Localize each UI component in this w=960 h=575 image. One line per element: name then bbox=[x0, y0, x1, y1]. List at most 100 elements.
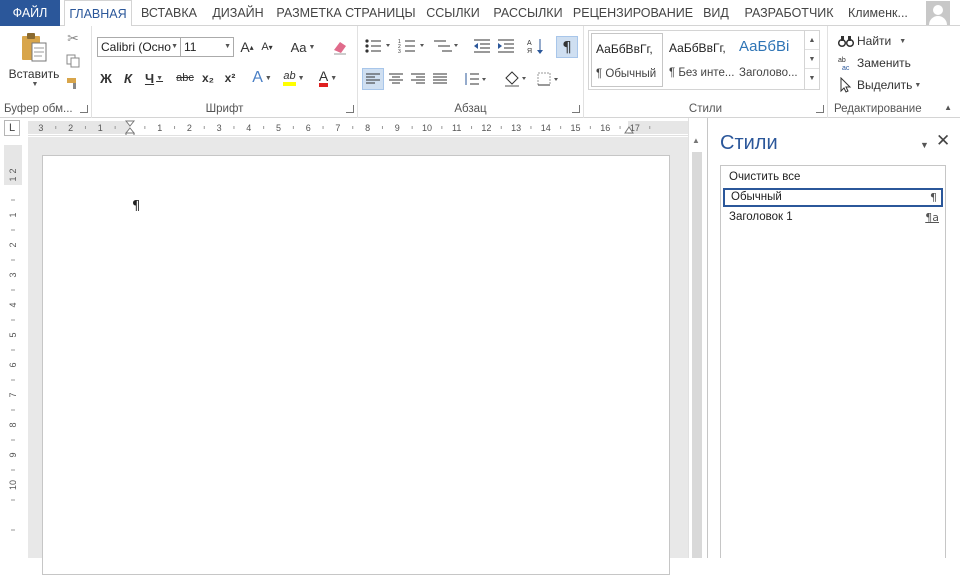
group-label-paragraph: Абзац bbox=[454, 103, 487, 115]
cursor-arrow-icon bbox=[840, 77, 852, 93]
chevron-down-icon: ▼ bbox=[31, 80, 39, 88]
group-font: Calibri (Осно ▼ 11 ▼ A ▴ A ▾ Aa ▼ Ж К Ч ▼ abc … bbox=[92, 26, 358, 118]
italic-button[interactable]: К bbox=[118, 68, 138, 88]
avatar[interactable] bbox=[926, 1, 950, 25]
vertical-scrollbar[interactable]: ▲ bbox=[688, 118, 704, 558]
clipboard-launcher-icon[interactable] bbox=[80, 105, 88, 113]
find-button[interactable]: Найти ▼ bbox=[838, 32, 906, 50]
align-center-icon bbox=[389, 73, 403, 84]
tab-design[interactable]: ДИЗАЙН bbox=[206, 0, 270, 26]
ruler-number: 8 bbox=[8, 422, 18, 427]
increase-indent-button[interactable] bbox=[496, 38, 516, 54]
tab-insert[interactable]: ВСТАВКА bbox=[136, 0, 202, 26]
font-color-icon: A bbox=[318, 69, 329, 87]
replace-button[interactable]: ab ac Заменить bbox=[838, 54, 911, 72]
styles-launcher-icon[interactable] bbox=[816, 105, 824, 113]
gallery-down-button[interactable]: ▼ bbox=[805, 50, 819, 69]
font-color-button[interactable]: A ▼ bbox=[314, 68, 342, 88]
text-effects-button[interactable]: A ▼ bbox=[250, 68, 274, 88]
bold-icon: Ж bbox=[100, 70, 112, 86]
ruler-number: 1 bbox=[157, 123, 162, 133]
pane-options-icon[interactable]: ▼ bbox=[920, 140, 929, 150]
tab-view[interactable]: ВИД bbox=[698, 0, 734, 26]
style-gallery-item[interactable]: АаБбВі Заголово... bbox=[735, 33, 803, 87]
align-center-button[interactable] bbox=[386, 68, 406, 90]
font-name-combo[interactable]: Calibri (Осно ▼ bbox=[97, 37, 181, 57]
tab-references[interactable]: ССЫЛКИ bbox=[422, 0, 484, 26]
ruler-number: 1 bbox=[98, 123, 103, 133]
vertical-ruler[interactable]: 2 1 1 2 3 4 5 6 7 8 9 10 bbox=[4, 145, 22, 558]
ruler-number: 5 bbox=[276, 123, 281, 133]
justify-button[interactable] bbox=[430, 68, 450, 90]
superscript-button[interactable]: x² bbox=[220, 68, 240, 88]
close-icon[interactable]: ✕ bbox=[936, 131, 950, 151]
chevron-down-icon: ▼ bbox=[264, 74, 272, 82]
ruler-number: 1 bbox=[8, 176, 18, 181]
multilevel-list-button[interactable] bbox=[432, 38, 462, 54]
gallery-more-button[interactable]: ▼ bbox=[805, 69, 819, 88]
paragraph-launcher-icon[interactable] bbox=[572, 105, 580, 113]
format-painter-button[interactable] bbox=[64, 74, 82, 92]
show-formatting-marks-button[interactable]: ¶ bbox=[556, 36, 578, 58]
align-right-icon bbox=[411, 73, 425, 84]
ruler-number: 6 bbox=[8, 362, 18, 367]
tab-review[interactable]: РЕЦЕНЗИРОВАНИЕ bbox=[572, 0, 694, 26]
document-page[interactable]: ¶ bbox=[42, 155, 670, 575]
group-label-clipboard: Буфер обм... bbox=[4, 103, 73, 115]
strikethrough-button[interactable]: abc bbox=[174, 68, 196, 88]
collapse-ribbon-icon[interactable]: ▲ bbox=[944, 103, 952, 112]
pane-title: Стили bbox=[720, 132, 778, 154]
ruler-number: 7 bbox=[8, 392, 18, 397]
decrease-indent-button[interactable] bbox=[472, 38, 492, 54]
grow-font-button[interactable]: A ▴ bbox=[238, 37, 256, 57]
style-item-heading-1[interactable]: Заголовок 1 ¶a bbox=[723, 208, 943, 227]
svg-text:3: 3 bbox=[398, 49, 401, 54]
bold-button[interactable]: Ж bbox=[96, 68, 116, 88]
tab-mailings[interactable]: РАССЫЛКИ bbox=[488, 0, 568, 26]
bullets-button[interactable] bbox=[364, 38, 394, 54]
tab-home[interactable]: ГЛАВНАЯ bbox=[64, 0, 132, 27]
paste-button[interactable]: Вставить ▼ bbox=[8, 30, 60, 88]
font-size-combo[interactable]: 11 ▼ bbox=[180, 37, 234, 57]
change-case-button[interactable]: Aa ▼ bbox=[286, 37, 320, 57]
style-list: Очистить все Обычный ¶ Заголовок 1 ¶a bbox=[720, 165, 946, 558]
borders-button[interactable] bbox=[534, 68, 564, 90]
underline-button[interactable]: Ч ▼ bbox=[140, 68, 168, 88]
group-styles: АаБбВвГг, ¶ Обычный АаБбВвГг, ¶ Без инте… bbox=[584, 26, 828, 118]
scroll-thumb[interactable] bbox=[692, 152, 702, 558]
clear-formatting-button[interactable] bbox=[330, 37, 350, 57]
cut-button[interactable]: ✂ bbox=[64, 30, 82, 48]
tab-page-layout[interactable]: РАЗМЕТКА СТРАНИЦЫ bbox=[274, 0, 418, 26]
shading-button[interactable] bbox=[500, 68, 530, 90]
select-button[interactable]: Выделить ▼ bbox=[838, 76, 921, 94]
replace-label: Заменить bbox=[857, 56, 911, 70]
tab-developer[interactable]: РАЗРАБОТЧИК bbox=[738, 0, 840, 26]
replace-icon: abac bbox=[838, 57, 850, 71]
style-gallery-item[interactable]: АаБбВвГг, ¶ Обычный bbox=[591, 33, 663, 87]
horizontal-ruler[interactable]: 3 2 1 1 2 3 4 5 6 7 8 9 10 11 12 13 14 15 16 17 bbox=[28, 118, 688, 136]
style-item-clear-all[interactable]: Очистить все bbox=[723, 168, 943, 187]
numbering-button[interactable]: 123 bbox=[398, 38, 428, 54]
ruler-number: 2 bbox=[68, 123, 73, 133]
chevron-down-icon: ▼ bbox=[224, 43, 231, 50]
scroll-up-icon[interactable]: ▲ bbox=[692, 136, 700, 145]
ruler-number: 4 bbox=[8, 302, 18, 307]
tab-file[interactable]: ФАЙЛ bbox=[0, 0, 60, 26]
tab-selector[interactable]: L bbox=[4, 120, 20, 136]
align-left-button[interactable] bbox=[362, 68, 384, 90]
gallery-up-button[interactable]: ▲ bbox=[805, 31, 819, 50]
styles-pane: Стили ▼ ✕ Очистить все Обычный ¶ Заголов… bbox=[707, 118, 960, 558]
multilevel-list-icon bbox=[434, 40, 458, 52]
sort-button[interactable]: AЯ bbox=[526, 37, 546, 55]
subscript-button[interactable]: x₂ bbox=[198, 68, 218, 88]
style-item-normal[interactable]: Обычный ¶ bbox=[723, 188, 943, 207]
style-gallery-item[interactable]: АаБбВвГг, ¶ Без инте... bbox=[665, 33, 737, 87]
align-right-button[interactable] bbox=[408, 68, 428, 90]
user-name[interactable]: Клименк... bbox=[848, 0, 908, 26]
line-spacing-button[interactable] bbox=[460, 68, 490, 90]
strikethrough-icon: abc bbox=[176, 72, 194, 84]
font-launcher-icon[interactable] bbox=[346, 105, 354, 113]
copy-button[interactable] bbox=[64, 52, 82, 70]
highlight-button[interactable]: ab ▼ bbox=[280, 68, 308, 88]
shrink-font-button[interactable]: A ▾ bbox=[258, 37, 276, 57]
